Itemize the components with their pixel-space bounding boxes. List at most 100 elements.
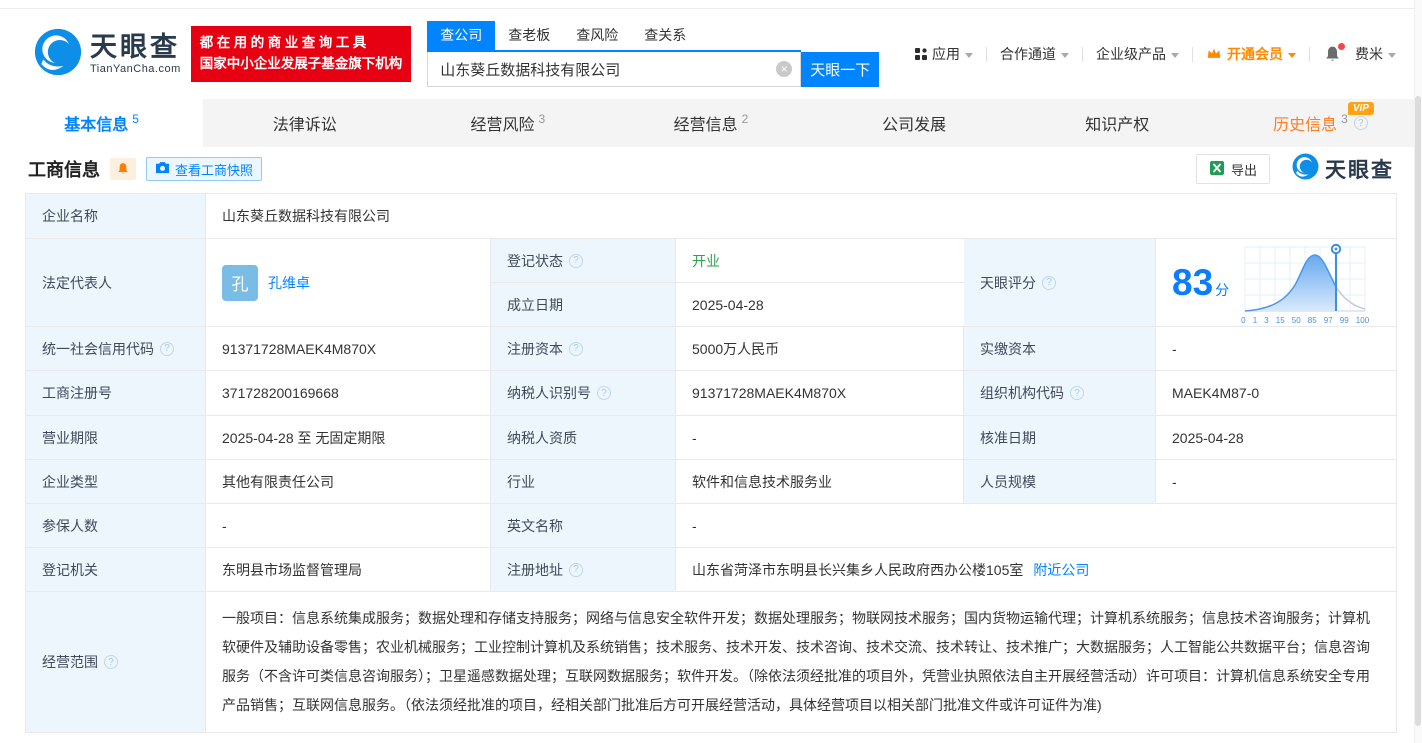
vip-badge: VIP (1347, 102, 1374, 115)
reg-authority-value: 东明县市场监督管理局 (206, 548, 491, 591)
field-label: 营业期限 (26, 416, 206, 459)
tianyancha-eye-icon (1292, 153, 1319, 185)
camera-icon (155, 161, 170, 177)
caret-down-icon (1171, 52, 1179, 58)
help-icon[interactable]: ? (1070, 386, 1084, 400)
field-label: 核准日期 (964, 416, 1156, 459)
field-label: 人员规模 (964, 460, 1156, 503)
tab-basic-info[interactable]: 基本信息 5 (0, 99, 204, 147)
score-value: 83 (1172, 262, 1214, 303)
search-tab-company[interactable]: 查公司 (427, 21, 496, 50)
caret-down-icon (1388, 52, 1396, 58)
slogan-banner: 都在用的商业查询工具 国家中小企业发展子基金旗下机构 (190, 26, 412, 82)
field-label: 纳税人资质 (491, 416, 676, 459)
table-subrow: 成立日期 2025-04-28 (491, 283, 964, 326)
table-row: 营业期限 2025-04-28 至 无固定期限 纳税人资质 - 核准日期 202… (26, 416, 1396, 460)
nav-user-label: 费米 (1355, 46, 1383, 62)
nav-partner[interactable]: 合作通道 (1000, 44, 1069, 64)
reg-address-text: 山东省菏泽市东明县长兴集乡人民政府西办公楼105室 (692, 561, 1024, 578)
search-tab-risk[interactable]: 查风险 (563, 21, 631, 50)
top-strip (0, 0, 1422, 9)
logo-title: 天眼查 (90, 31, 180, 62)
site-header: 天眼查 TianYanCha.com 都在用的商业查询工具 国家中小企业发展子基… (0, 9, 1422, 99)
help-icon[interactable]: ? (1353, 116, 1368, 130)
slogan-line1: 都在用的商业查询工具 (199, 35, 370, 51)
section-title: 工商信息 (28, 160, 100, 180)
legal-rep-value: 孔 孔维卓 (206, 239, 491, 326)
reg-address-value: 山东省菏泽市东明县长兴集乡人民政府西办公楼105室 附近公司 (676, 548, 1396, 591)
score-axis-ticks: 0 1 3 15 50 85 97 99 100 (1241, 315, 1370, 325)
tab-legal-proceedings[interactable]: 法律诉讼 (203, 99, 406, 147)
field-label: 企业名称 (26, 194, 206, 238)
nearby-companies-link[interactable]: 附近公司 (1033, 560, 1089, 580)
search-button[interactable]: 天眼一下 (801, 52, 880, 87)
nav-enterprise[interactable]: 企业级产品 (1096, 44, 1179, 64)
establish-date-value: 2025-04-28 (676, 283, 964, 326)
help-icon[interactable]: ? (160, 341, 174, 356)
nav-apps-label: 应用 (932, 46, 960, 62)
help-icon[interactable]: ? (1042, 275, 1056, 290)
help-icon[interactable]: ? (569, 562, 583, 577)
nav-vip-upgrade[interactable]: 开通会员 (1206, 44, 1296, 64)
tab-history-info[interactable]: VIP 历史信息 3 ? (1219, 99, 1422, 147)
caret-down-icon (1061, 52, 1069, 58)
clear-icon[interactable]: × (776, 61, 793, 77)
help-icon[interactable]: ? (569, 341, 583, 356)
search-tab-boss[interactable]: 查老板 (495, 21, 563, 50)
field-label: 纳税人识别号? (491, 371, 676, 415)
nav-vip-label: 开通会员 (1227, 46, 1283, 62)
apps-grid-icon (915, 48, 927, 60)
nav-enterprise-label: 企业级产品 (1096, 46, 1166, 62)
tab-count: 3 (538, 112, 546, 126)
top-nav: 应用 合作通道 企业级产品 开通会员 费米 (915, 42, 1422, 64)
logo-domain: TianYanCha.com (90, 62, 181, 75)
staff-size-value: - (1156, 460, 1396, 503)
help-icon[interactable]: ? (597, 386, 611, 400)
field-label: 注册地址? (491, 548, 676, 591)
reg-number-value: 371728200169668 (206, 371, 491, 415)
field-label: 英文名称 (491, 504, 676, 547)
crown-icon (1206, 46, 1222, 63)
field-label: 注册资本? (491, 327, 676, 370)
search-input[interactable] (440, 60, 777, 78)
notification-dot (1338, 42, 1345, 50)
page-scrollbar[interactable] (1414, 0, 1422, 743)
nav-divider (1192, 46, 1193, 62)
field-label: 组织机构代码? (964, 371, 1156, 415)
field-label: 行业 (491, 460, 676, 503)
field-label: 登记状态? (491, 239, 676, 282)
legal-rep-avatar[interactable]: 孔 (222, 264, 258, 301)
field-label: 企业类型 (26, 460, 206, 503)
tab-label: 基本信息 (64, 117, 129, 134)
nav-partner-label: 合作通道 (1000, 46, 1056, 62)
nav-user[interactable]: 费米 (1355, 44, 1396, 64)
notification-bell-icon[interactable] (1323, 42, 1345, 64)
help-icon[interactable]: ? (104, 655, 118, 669)
field-label: 法定代表人 (26, 239, 206, 326)
business-term-value: 2025-04-28 至 无固定期限 (206, 416, 491, 459)
monitor-bell-button[interactable] (110, 158, 136, 180)
help-icon[interactable]: ? (569, 253, 583, 268)
nav-apps[interactable]: 应用 (915, 44, 973, 64)
brand-watermark: 天眼查 (1292, 153, 1394, 185)
scrollbar-thumb[interactable] (1415, 96, 1421, 726)
field-label: 登记机关 (26, 548, 206, 591)
company-name-value: 山东葵丘数据科技有限公司 (206, 194, 1396, 238)
bell-icon (118, 163, 128, 174)
tab-company-development[interactable]: 公司发展 (813, 99, 1016, 147)
search-tab-relation[interactable]: 查关系 (631, 21, 699, 50)
snapshot-button[interactable]: 查看工商快照 (146, 157, 263, 181)
tab-operating-info[interactable]: 经营信息 2 (609, 99, 812, 147)
score-curve-svg (1244, 243, 1366, 312)
table-row: 登记机关 东明县市场监督管理局 注册地址? 山东省菏泽市东明县长兴集乡人民政府西… (26, 548, 1396, 592)
tab-operating-risk[interactable]: 经营风险 3 (406, 99, 609, 147)
field-label: 天眼评分? (964, 239, 1156, 326)
field-label: 统一社会信用代码? (26, 327, 206, 370)
search-input-wrap: × (427, 52, 802, 87)
legal-rep-link[interactable]: 孔维卓 (268, 273, 310, 293)
tab-intellectual-property[interactable]: 知识产权 (1016, 99, 1219, 147)
export-button[interactable]: 导出 (1195, 154, 1270, 184)
tianyancha-logo[interactable]: 天眼查 TianYanCha.com (34, 28, 181, 81)
status-date-column: 登记状态? 开业 成立日期 2025-04-28 (491, 239, 964, 326)
nav-divider (986, 46, 987, 62)
